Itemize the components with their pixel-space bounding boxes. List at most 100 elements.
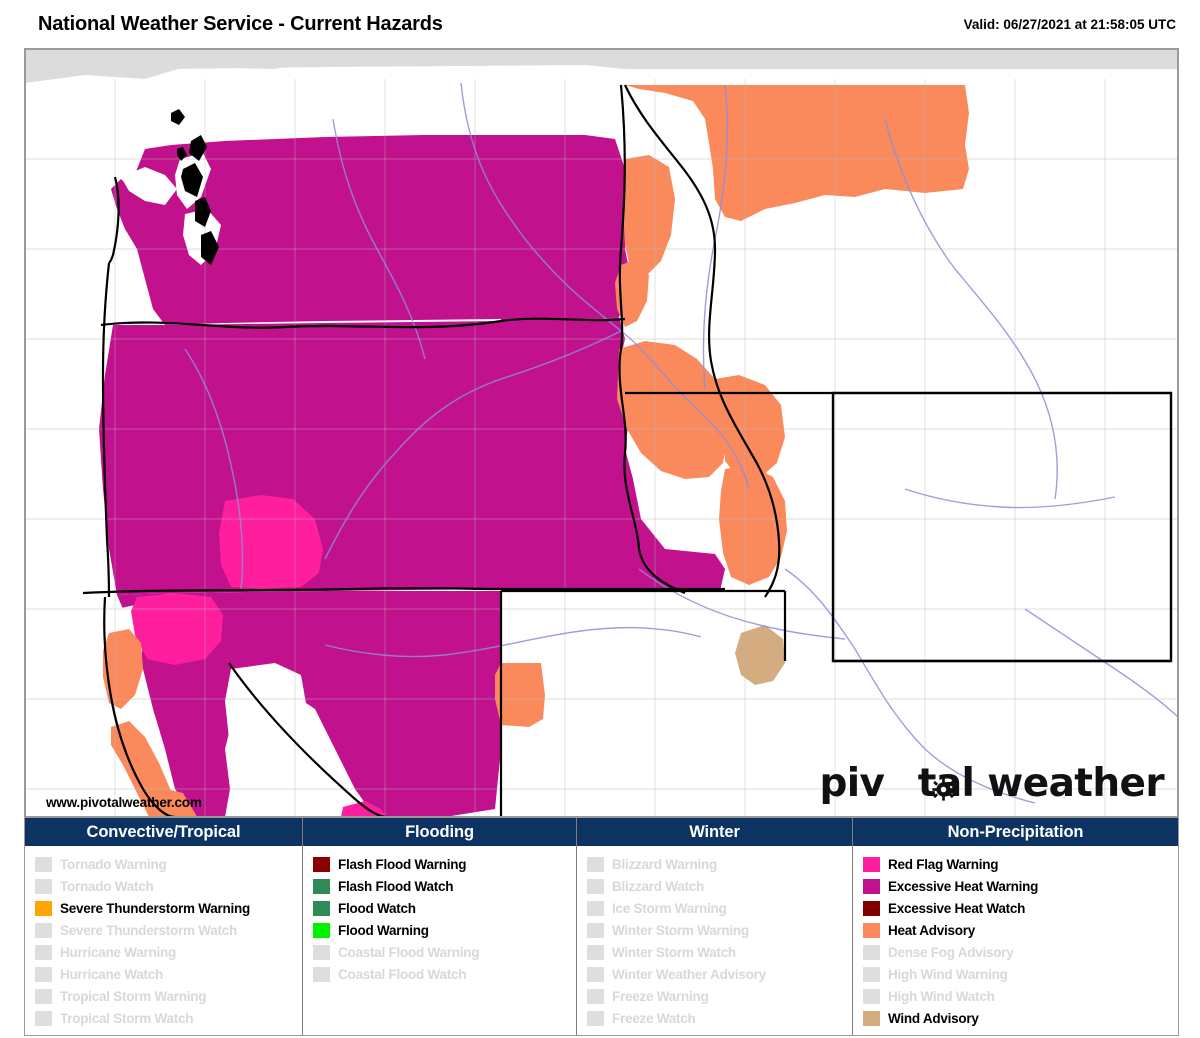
legend-items-non-precipitation: Red Flag Warning Excessive Heat Warning … [853,846,1178,1035]
legend-swatch [863,922,880,938]
weather-hazards-page: National Weather Service - Current Hazar… [0,0,1200,1038]
legend-item-excessive-heat-watch[interactable]: Excessive Heat Watch [863,897,1178,919]
legend-item-winter-storm-watch[interactable]: Winter Storm Watch [587,941,852,963]
legend-label: Flood Watch [338,900,416,916]
legend-column-title: Convective/Tropical [25,818,302,846]
legend-label: Coastal Flood Watch [338,966,467,982]
legend-label: Tornado Warning [60,856,167,872]
legend-column-title: Non-Precipitation [853,818,1178,846]
legend-item-flash-flood-warning[interactable]: Flash Flood Warning [313,853,576,875]
legend-item-wind-advisory[interactable]: Wind Advisory [863,1007,1178,1029]
legend-item-flash-flood-watch[interactable]: Flash Flood Watch [313,875,576,897]
legend-swatch [313,878,330,894]
legend-label: Hurricane Watch [60,966,164,982]
legend-label: Severe Thunderstorm Warning [60,900,251,916]
legend-label: Heat Advisory [888,922,976,938]
legend-label: Blizzard Warning [612,856,718,872]
legend-items-convective: Tornado Warning Tornado Watch Severe Thu… [25,846,302,1035]
legend-items-flooding: Flash Flood Warning Flash Flood Watch Fl… [303,846,576,1035]
legend-item-dense-fog-advisory[interactable]: Dense Fog Advisory [863,941,1178,963]
legend-swatch [313,922,330,938]
legend-item-severe-thunderstorm-warning[interactable]: Severe Thunderstorm Warning [35,897,302,919]
legend-item-coastal-flood-watch[interactable]: Coastal Flood Watch [313,963,576,985]
wa-east-heat-warning [501,135,631,321]
legend-item-flood-warning[interactable]: Flood Warning [313,919,576,941]
legend-label: Excessive Heat Warning [888,878,1039,894]
legend-swatch [587,966,604,982]
legend-item-tornado-watch[interactable]: Tornado Watch [35,875,302,897]
legend-item-blizzard-watch[interactable]: Blizzard Watch [587,875,852,897]
valid-timestamp: Valid: 06/27/2021 at 21:58:05 UTC [963,16,1176,32]
legend-swatch [35,922,52,938]
legend-item-tornado-warning[interactable]: Tornado Warning [35,853,302,875]
legend-label: Coastal Flood Warning [338,944,480,960]
legend-item-freeze-warning[interactable]: Freeze Warning [587,985,852,1007]
legend-swatch [863,900,880,916]
hazard-map[interactable] [24,48,1179,818]
legend-item-high-wind-warning[interactable]: High Wind Warning [863,963,1178,985]
legend-label: Red Flag Warning [888,856,999,872]
legend-item-freeze-watch[interactable]: Freeze Watch [587,1007,852,1029]
legend-label: Severe Thunderstorm Watch [60,922,238,938]
legend-swatch [587,1010,604,1026]
legend-item-hurricane-warning[interactable]: Hurricane Warning [35,941,302,963]
legend-swatch [863,966,880,982]
legend-item-high-wind-watch[interactable]: High Wind Watch [863,985,1178,1007]
wa-heat-warning [111,135,501,325]
legend-swatch [587,922,604,938]
legend-swatch [313,856,330,872]
legend-swatch [863,856,880,872]
legend-label: Dense Fog Advisory [888,944,1014,960]
legend-item-hurricane-watch[interactable]: Hurricane Watch [35,963,302,985]
legend-item-coastal-flood-warning[interactable]: Coastal Flood Warning [313,941,576,963]
legend-label: Freeze Warning [612,988,709,1004]
legend-item-ice-storm-warning[interactable]: Ice Storm Warning [587,897,852,919]
legend-swatch [35,900,52,916]
legend-swatch [313,966,330,982]
legend-column-title: Flooding [303,818,576,846]
legend-swatch [587,988,604,1004]
legend-item-flood-watch[interactable]: Flood Watch [313,897,576,919]
legend-swatch [863,944,880,960]
page-header: National Weather Service - Current Hazar… [0,0,1200,48]
legend-item-tropical-storm-watch[interactable]: Tropical Storm Watch [35,1007,302,1029]
legend-label: Tropical Storm Warning [60,988,207,1004]
legend-item-red-flag-warning[interactable]: Red Flag Warning [863,853,1178,875]
legend-item-heat-advisory[interactable]: Heat Advisory [863,919,1178,941]
legend-swatch [863,1010,880,1026]
legend-swatch [587,900,604,916]
legend-swatch [35,878,52,894]
hazard-legend: Convective/Tropical Tornado Warning Torn… [24,818,1179,1036]
legend-swatch [587,878,604,894]
legend-swatch [35,856,52,872]
legend-column-title: Winter [577,818,852,846]
legend-swatch [35,944,52,960]
legend-label: Excessive Heat Watch [888,900,1026,916]
legend-item-severe-thunderstorm-watch[interactable]: Severe Thunderstorm Watch [35,919,302,941]
legend-item-winter-storm-warning[interactable]: Winter Storm Warning [587,919,852,941]
legend-label: Flash Flood Watch [338,878,454,894]
legend-column-flooding: Flooding Flash Flood Warning Flash Flood… [303,818,577,1035]
page-title: National Weather Service - Current Hazar… [38,12,443,35]
legend-column-non-precipitation: Non-Precipitation Red Flag Warning Exces… [853,818,1178,1035]
legend-item-winter-weather-advisory[interactable]: Winter Weather Advisory [587,963,852,985]
legend-column-convective-tropical: Convective/Tropical Tornado Warning Torn… [25,818,303,1035]
legend-label: Blizzard Watch [612,878,705,894]
legend-swatch [587,856,604,872]
legend-label: Freeze Watch [612,1010,696,1026]
ut-heat-advisory [495,663,545,727]
legend-label: Tornado Watch [60,878,154,894]
or-sw-red-flag [131,593,223,665]
legend-label: Winter Storm Warning [612,922,749,938]
legend-swatch [35,988,52,1004]
legend-item-excessive-heat-warning[interactable]: Excessive Heat Warning [863,875,1178,897]
legend-item-tropical-storm-warning[interactable]: Tropical Storm Warning [35,985,302,1007]
map-canvas[interactable] [25,49,1178,817]
legend-items-winter: Blizzard Warning Blizzard Watch Ice Stor… [577,846,852,1035]
legend-item-blizzard-warning[interactable]: Blizzard Warning [587,853,852,875]
legend-swatch [35,1010,52,1026]
legend-swatch [587,944,604,960]
legend-label: Winter Weather Advisory [612,966,766,982]
legend-label: High Wind Warning [888,966,1008,982]
legend-swatch [863,988,880,1004]
